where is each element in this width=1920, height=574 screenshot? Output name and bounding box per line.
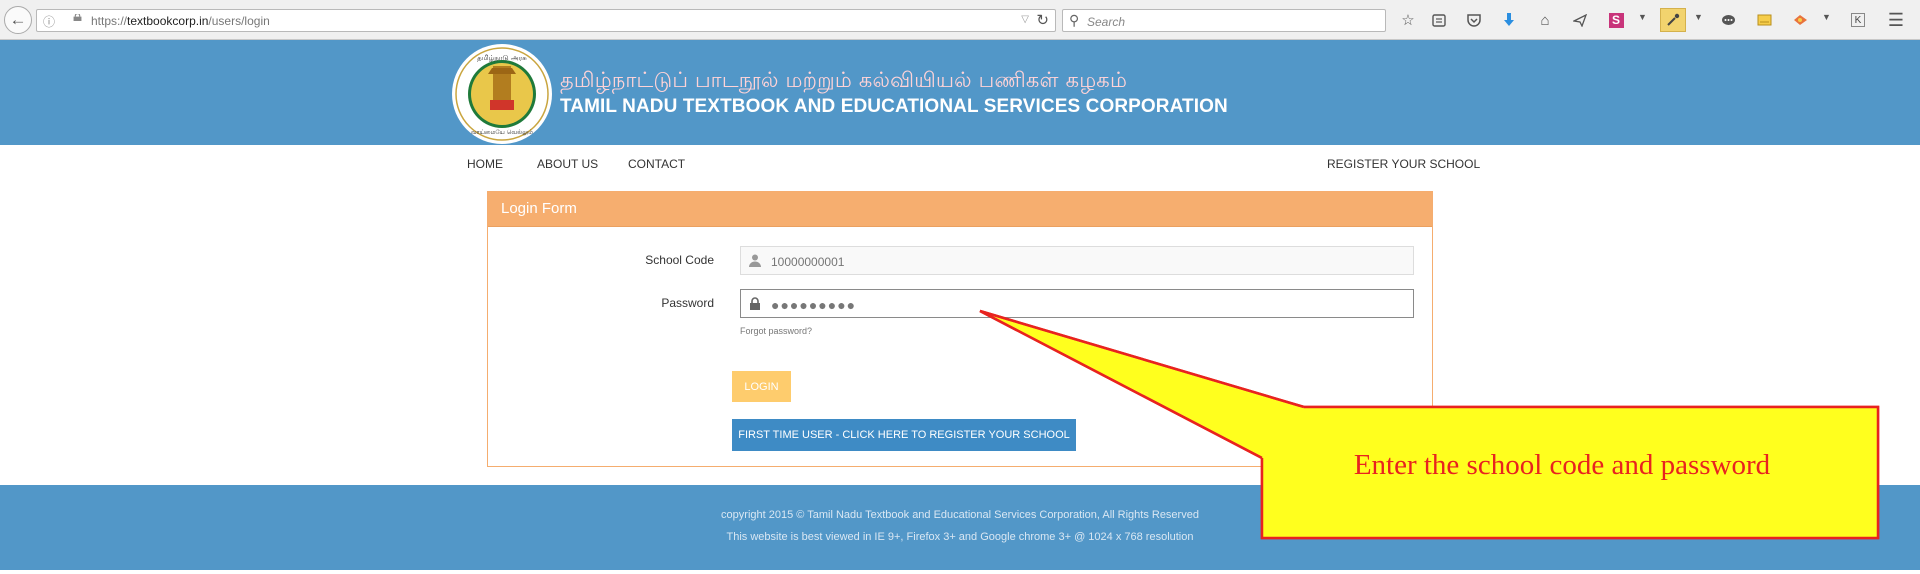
tools-dropdown-icon[interactable]: ▼ [1822,12,1831,22]
secure-lock-icon [73,14,82,21]
tamil-nadu-emblem-logo[interactable]: தமிழ்நாடு அரசு வாய்மையே வெல்லும் [452,44,552,144]
screenshot-icon[interactable] [1752,8,1776,32]
history-dropdown-icon[interactable]: ▽ [1021,14,1029,25]
address-bar[interactable]: ⓘ https://textbookcorp.in/users/login ▽ … [36,9,1056,32]
back-arrow-icon[interactable]: ← [4,6,32,34]
lock-icon [750,297,760,310]
pocket-icon[interactable] [1462,8,1486,32]
footer-resolution-note: This website is best viewed in IE 9+, Fi… [726,531,1194,543]
school-code-input[interactable] [769,251,1393,272]
login-form-header: Login Form [488,192,1432,227]
s-extension-icon[interactable]: S [1604,8,1628,32]
chat-icon[interactable] [1716,8,1740,32]
search-icon: ⚲ [1069,12,1080,28]
url-prefix: https:// [91,14,128,28]
home-icon[interactable]: ⌂ [1533,8,1557,32]
site-title-english: TAMIL NADU TEXTBOOK AND EDUCATIONAL SERV… [560,96,1228,117]
url-text[interactable]: https://textbookcorp.in/users/login [91,14,270,28]
menu-icon[interactable]: ☰ [1884,8,1908,32]
emblem-top-text: தமிழ்நாடு அரசு [477,54,527,62]
callout-text: Enter the school code and password [1353,449,1771,481]
password-label: Password [661,296,714,310]
reading-list-icon[interactable] [1427,8,1451,32]
url-domain: textbookcorp.in [127,14,209,28]
s-extension-dropdown-icon[interactable]: ▼ [1638,12,1647,22]
nav-about-link[interactable]: ABOUT US [537,157,598,171]
nav-contact-link[interactable]: CONTACT [628,157,685,171]
nav-register-link[interactable]: REGISTER YOUR SCHOOL [1327,157,1480,171]
eyedropper-icon[interactable] [1660,8,1686,32]
k-extension-icon[interactable]: K [1846,8,1870,32]
login-button[interactable]: LOGIN [732,371,791,402]
url-path: /users/login [208,14,270,28]
browser-search-bar[interactable]: ⚲ [1062,9,1386,32]
site-title-tamil: தமிழ்நாட்டுப் பாடநூல் மற்றும் கல்வியியல்… [560,68,1128,92]
nav-home-link[interactable]: HOME [467,157,503,171]
password-input[interactable] [769,294,1393,315]
login-form-panel: Login Form School Code Password Forgot p… [487,191,1433,467]
school-code-label: School Code [645,253,714,267]
bookmark-star-icon[interactable]: ☆ [1396,8,1420,32]
reload-icon[interactable]: ↻ [1036,11,1049,29]
user-icon [749,254,761,267]
browser-search-input[interactable] [1085,12,1379,31]
tools-icon[interactable] [1788,8,1812,32]
login-form-title: Login Form [501,200,577,217]
download-icon[interactable] [1497,8,1521,32]
footer-copyright: copyright 2015 © Tamil Nadu Textbook and… [721,509,1199,521]
browser-toolbar: ← ⓘ https://textbookcorp.in/users/login … [0,0,1920,40]
eyedropper-dropdown-icon[interactable]: ▼ [1694,12,1703,22]
password-field[interactable] [740,289,1414,318]
first-time-register-button[interactable]: FIRST TIME USER - CLICK HERE TO REGISTER… [732,419,1076,451]
school-code-field[interactable] [740,246,1414,275]
share-icon[interactable] [1568,8,1592,32]
page-info-icon[interactable]: ⓘ [43,13,55,30]
site-footer: copyright 2015 © Tamil Nadu Textbook and… [0,485,1920,570]
emblem-motto-text: வாய்மையே வெல்லும் [471,129,533,136]
forgot-password-link[interactable]: Forgot password? [740,326,812,336]
